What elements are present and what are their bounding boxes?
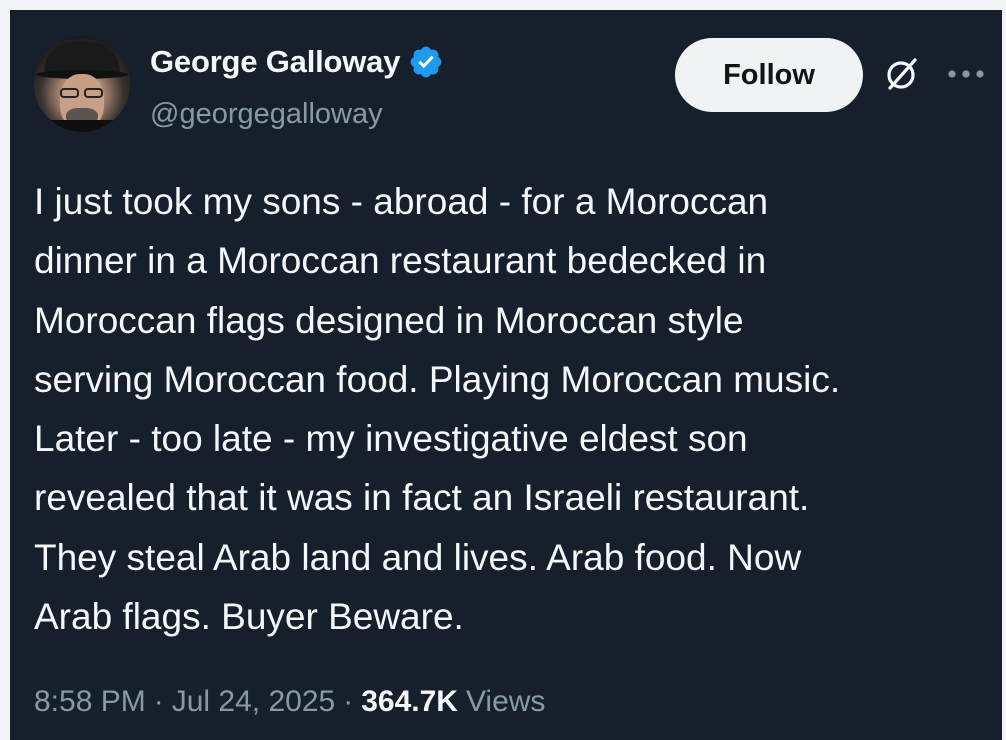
views-label: Views <box>465 685 546 718</box>
tweet-card: George Galloway @georgegalloway Follow I… <box>10 10 1002 740</box>
author-handle[interactable]: @georgegalloway <box>150 98 383 131</box>
tweet-date[interactable]: Jul 24, 2025 <box>172 685 335 719</box>
tweet-time[interactable]: 8:58 PM <box>34 685 146 719</box>
separator-dot: · <box>153 685 164 718</box>
author-name-row: George Galloway <box>150 42 444 82</box>
grok-icon[interactable] <box>882 54 922 94</box>
tweet-text: I just took my sons - abroad - for a Mor… <box>34 181 841 638</box>
avatar[interactable] <box>34 36 130 132</box>
verified-badge-icon <box>410 46 442 78</box>
follow-button[interactable]: Follow <box>675 38 863 112</box>
tweet-meta: 8:58 PM · Jul 24, 2025 · 364.7K Views <box>34 680 545 724</box>
separator-dot: · <box>343 685 354 718</box>
avatar-coat <box>34 120 130 132</box>
avatar-glasses <box>58 88 106 98</box>
views-count[interactable]: 364.7K <box>361 685 458 719</box>
more-options-icon[interactable] <box>946 68 986 80</box>
author-display-name[interactable]: George Galloway <box>150 44 400 80</box>
